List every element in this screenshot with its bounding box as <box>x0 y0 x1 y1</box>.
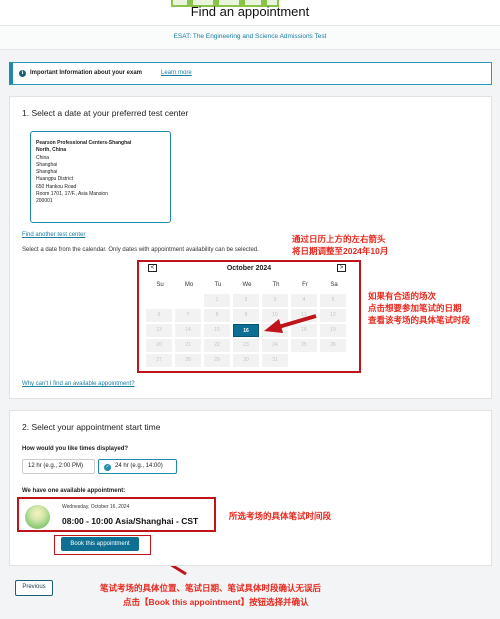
center-address-line: Room 1701, 17/F., Asia Mansion <box>36 191 108 198</box>
calendar-day: 21 <box>175 339 201 352</box>
calendar-day: 12 <box>320 309 346 322</box>
time-section-title: 2. Select your appointment start time <box>22 422 161 432</box>
calendar-day: 9 <box>233 309 259 322</box>
calendar-day: 4 <box>291 294 317 307</box>
calendar-day: 30 <box>233 354 259 367</box>
appointment-slot[interactable]: Wednesday, October 16, 2024 08:00 - 10:0… <box>17 497 216 532</box>
calendar-day: 19 <box>320 324 346 337</box>
appointment-date: Wednesday, October 16, 2024 <box>62 504 130 510</box>
calendar-day-selected[interactable]: 16 <box>233 324 259 337</box>
info-banner: i Important Information about your exam … <box>9 62 492 85</box>
calendar-day: 13 <box>146 324 172 337</box>
calendar-day: 25 <box>291 339 317 352</box>
confirm-note-line: 笔试考场的具体位置、笔试日期、笔试具体时段确认无误后 <box>100 583 322 593</box>
page-title: Find an appointment <box>190 4 310 19</box>
time-format-question: How would you like times displayed? <box>22 446 129 452</box>
test-center-card[interactable]: Pearson Professional Centers-Shanghai No… <box>30 131 171 223</box>
info-icon: i <box>19 70 26 77</box>
time-format-12hr-label: 12 hr (e.g., 2:00 PM) <box>28 463 84 469</box>
available-appointment-label: We have one available appointment: <box>22 488 126 494</box>
why-no-appointment-link[interactable]: Why can't I find an available appointmen… <box>22 381 135 387</box>
calendar-day: 31 <box>262 354 288 367</box>
calendar-day: 24 <box>262 339 288 352</box>
date-note-line: 点击想要参加笔试的日期 <box>368 303 462 313</box>
calendar-day: 18 <box>291 324 317 337</box>
center-address-line: Shanghai <box>36 169 58 176</box>
calendar-day: 17 <box>262 324 288 337</box>
center-address-line: Huangpu District <box>36 176 73 183</box>
calendar-day: 15 <box>204 324 230 337</box>
page-root: Find an appointment ESAT: The Engineerin… <box>0 0 500 619</box>
calendar-day: 14 <box>175 324 201 337</box>
center-name-line: North, China <box>36 147 66 154</box>
weekday-label: Mo <box>184 282 194 288</box>
exam-name: ESAT: The Engineering and Science Admiss… <box>173 33 327 40</box>
appointment-thumbnail <box>25 505 50 529</box>
calendar-day: 26 <box>320 339 346 352</box>
center-name-line: Pearson Professional Centers-Shanghai <box>36 140 132 146</box>
find-another-center-link[interactable]: Find another test center <box>22 232 85 238</box>
calendar-day: 2 <box>233 294 259 307</box>
info-banner-text: Important Information about your exam <box>30 70 143 76</box>
weekday-label: Tu <box>214 282 222 288</box>
calendar-day: 27 <box>146 354 172 367</box>
center-address-line: Shanghai <box>36 161 58 168</box>
calendar-day: 3 <box>262 294 288 307</box>
calendar-day: 10 <box>262 309 288 322</box>
previous-button[interactable]: Previous <box>15 580 53 596</box>
center-address-line: China <box>36 154 50 161</box>
calendar-instruction: Select a date from the calendar. Only da… <box>22 247 259 253</box>
calendar-day: 5 <box>320 294 346 307</box>
calendar-day: 20 <box>146 339 172 352</box>
calendar-day: 8 <box>204 309 230 322</box>
book-appointment-button[interactable]: Book this appointment <box>61 537 139 551</box>
time-format-24hr-option[interactable]: ✓ 24 hr (e.g., 14:00) <box>98 459 177 474</box>
weekday-label: Fr <box>302 282 308 288</box>
weekday-label: Th <box>272 282 280 288</box>
calendar-day: 23 <box>233 339 259 352</box>
weekday-label: We <box>242 282 252 288</box>
calendar-day: 1 <box>204 294 230 307</box>
time-note: 所选考场的具体笔试时间段 <box>229 511 332 521</box>
time-format-12hr-option[interactable]: 12 hr (e.g., 2:00 PM) <box>22 459 95 474</box>
calendar-day: 22 <box>204 339 230 352</box>
confirm-note-line: 点击【Book this appointment】按钮选择并确认 <box>123 597 309 607</box>
date-section-title: 1. Select a date at your preferred test … <box>22 108 189 118</box>
weekday-label: Sa <box>330 282 338 288</box>
calendar-day: 6 <box>146 309 172 322</box>
check-icon: ✓ <box>104 464 111 471</box>
calendar-day: 28 <box>175 354 201 367</box>
center-address-line: 650 Hankou Road <box>36 183 77 190</box>
date-note-line: 查看该考场的具体笔试时段 <box>368 315 471 325</box>
calendar-day: 29 <box>204 354 230 367</box>
calendar-month-label: October 2024 <box>226 265 272 272</box>
calendar-day: 7 <box>175 309 201 322</box>
weekday-label: Su <box>156 282 164 288</box>
calendar-day: 11 <box>291 309 317 322</box>
center-address-line: 200001 <box>36 198 53 205</box>
time-format-24hr-label: 24 hr (e.g., 14:00) <box>115 463 163 469</box>
appointment-time: 08:00 - 10:00 Asia/Shanghai - CST <box>62 516 199 526</box>
date-note-line: 如果有合适的场次 <box>368 291 437 301</box>
calendar-note-line: 通过日历上方的左右箭头 <box>292 234 386 244</box>
calendar-note-line: 将日期调整至2024年10月 <box>292 246 389 256</box>
learn-more-link[interactable]: Learn more <box>161 70 192 76</box>
